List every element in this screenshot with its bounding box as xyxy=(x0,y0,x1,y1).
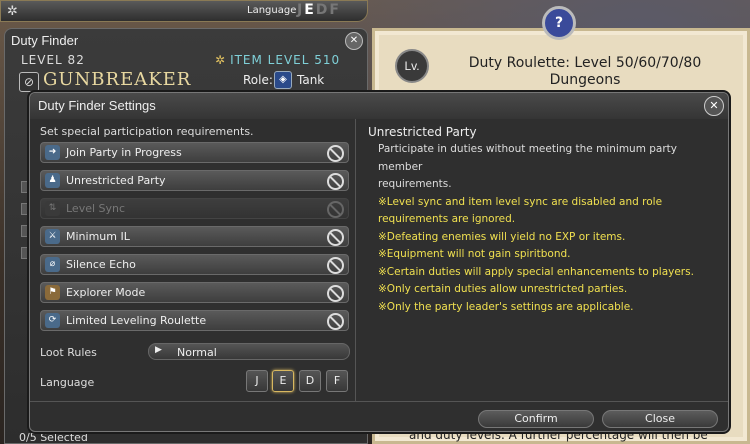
language-label: Language xyxy=(40,376,95,389)
description-column: Unrestricted Party Participate in duties… xyxy=(356,119,728,401)
option-unrestricted-party[interactable]: ♟ Unrestricted Party xyxy=(40,170,349,191)
gunbreaker-job-icon: ⊘ xyxy=(19,72,39,92)
tank-role-icon: ◈ xyxy=(274,71,292,89)
prohibited-icon xyxy=(327,285,344,302)
gear-icon[interactable]: ✲ xyxy=(7,4,18,19)
duty-finder-settings-dialog: Duty Finder Settings ✕ Set special parti… xyxy=(29,92,729,432)
loot-rules-dropdown[interactable]: ▶ Normal xyxy=(148,343,350,360)
option-label: Silence Echo xyxy=(66,258,136,271)
option-label: Explorer Mode xyxy=(66,286,146,299)
description-note: requirements are ignored. xyxy=(378,213,516,225)
prohibited-icon xyxy=(327,201,344,218)
level-sync-icon: ⇅ xyxy=(45,201,60,216)
language-bar-option-d[interactable]: D xyxy=(316,2,330,18)
language-bar: ✲ Language JEDF xyxy=(0,0,368,22)
language-button-j[interactable]: J xyxy=(246,370,268,392)
explorer-mode-icon: ⚑ xyxy=(45,285,60,300)
prohibited-icon xyxy=(327,313,344,330)
dialog-title: Duty Finder Settings xyxy=(38,98,156,113)
role-label: Role: xyxy=(243,73,273,87)
unrestricted-party-icon: ♟ xyxy=(45,173,60,188)
description-note: ※Level sync and item level sync are disa… xyxy=(378,195,663,208)
prohibited-icon xyxy=(327,229,344,246)
option-level-sync: ⇅ Level Sync xyxy=(40,198,349,219)
dialog-button-bar: Confirm Close xyxy=(30,401,728,434)
join-party-icon: ➜ xyxy=(45,145,60,160)
star-icon: ✲ xyxy=(215,53,227,67)
description-line: requirements. xyxy=(378,178,452,190)
option-label: Join Party in Progress xyxy=(66,146,182,159)
job-name: GUNBREAKER xyxy=(43,69,192,90)
description-line: Participate in duties without meeting th… xyxy=(378,143,678,173)
option-silence-echo[interactable]: ⌀ Silence Echo xyxy=(40,254,349,275)
description-note: ※Certain duties will apply special enhan… xyxy=(378,265,694,278)
level-badge: Lv. 50 xyxy=(395,49,429,103)
option-join-party-in-progress[interactable]: ➜ Join Party in Progress xyxy=(40,142,349,163)
close-button[interactable]: Close xyxy=(602,410,718,428)
prohibited-icon xyxy=(327,145,344,162)
limited-leveling-icon: ⟳ xyxy=(45,313,60,328)
description-title: Unrestricted Party xyxy=(368,125,477,139)
confirm-button[interactable]: Confirm xyxy=(478,410,594,428)
option-label: Limited Leveling Roulette xyxy=(66,314,207,327)
play-arrow-icon: ▶ xyxy=(155,345,162,355)
option-label: Minimum IL xyxy=(66,230,130,243)
option-minimum-il[interactable]: ⚔ Minimum IL xyxy=(40,226,349,247)
dialog-close-icon[interactable]: ✕ xyxy=(704,96,724,116)
loot-rules-value: Normal xyxy=(177,346,217,359)
description-note: ※Defeating enemies will yield no EXP or … xyxy=(378,230,626,243)
options-column: Set special participation requirements. … xyxy=(30,119,356,401)
option-limited-leveling-roulette[interactable]: ⟳ Limited Leveling Roulette xyxy=(40,310,349,331)
silence-echo-icon: ⌀ xyxy=(45,257,60,272)
duty-finder-close-icon[interactable]: ✕ xyxy=(345,32,363,50)
language-button-e[interactable]: E xyxy=(272,370,294,392)
language-bar-options[interactable]: JEDF xyxy=(297,2,341,18)
options-subheading: Set special participation requirements. xyxy=(40,125,254,138)
dialog-title-bar: Duty Finder Settings xyxy=(30,93,728,119)
role-value: Tank xyxy=(297,73,325,87)
option-label: Unrestricted Party xyxy=(66,174,166,187)
item-level: ✲ ITEM LEVEL 510 xyxy=(215,53,340,67)
prohibited-icon xyxy=(327,173,344,190)
character-level: LEVEL 82 xyxy=(21,53,85,67)
item-level-text: ITEM LEVEL 510 xyxy=(230,53,341,67)
description-note: ※Only the party leader's settings are ap… xyxy=(378,300,634,313)
language-bar-label: Language xyxy=(247,5,297,16)
minimum-il-icon: ⚔ xyxy=(45,229,60,244)
language-button-f[interactable]: F xyxy=(326,370,348,392)
roulette-question-icon: ? xyxy=(542,6,576,40)
loot-rules-label: Loot Rules xyxy=(40,346,97,359)
duty-finder-title: Duty Finder xyxy=(11,33,79,48)
duty-title: Duty Roulette: Level 50/60/70/80 Dungeon… xyxy=(435,55,735,89)
prohibited-icon xyxy=(327,257,344,274)
duty-title-line2: Dungeons xyxy=(549,72,621,88)
option-explorer-mode[interactable]: ⚑ Explorer Mode xyxy=(40,282,349,303)
option-label: Level Sync xyxy=(66,202,126,215)
duty-title-line1: Duty Roulette: Level 50/60/70/80 xyxy=(468,55,702,71)
description-note: ※Only certain duties allow unrestricted … xyxy=(378,283,628,295)
description-body: Participate in duties without meeting th… xyxy=(378,141,718,316)
language-bar-option-e[interactable]: E xyxy=(304,2,316,18)
description-note: ※Equipment will not gain spiritbond. xyxy=(378,248,571,260)
language-button-d[interactable]: D xyxy=(299,370,321,392)
language-bar-option-f[interactable]: F xyxy=(329,2,341,18)
